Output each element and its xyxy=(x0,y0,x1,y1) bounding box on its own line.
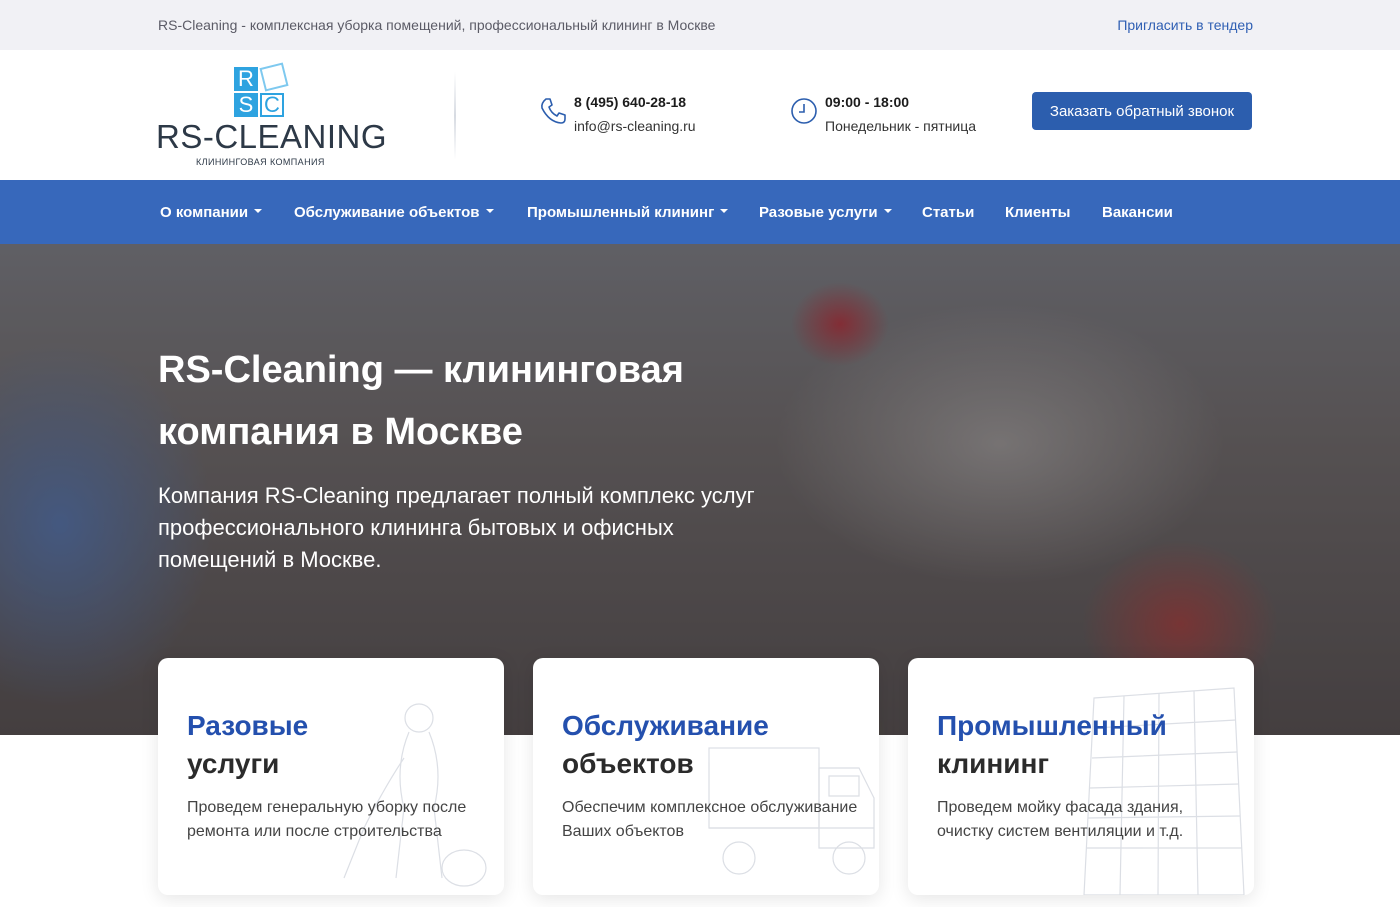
caret-down-icon xyxy=(720,209,729,214)
card-title-accent: Разовые xyxy=(187,710,309,741)
card-description: Проведем мойку фасада здания, очистку си… xyxy=(937,799,1184,840)
tender-link[interactable]: Пригласить в тендер xyxy=(1117,17,1253,33)
phone-number[interactable]: 8 (495) 640-28-18 xyxy=(574,94,686,110)
nav-label: Обслуживание объектов xyxy=(294,204,480,221)
nav-label: Вакансии xyxy=(1102,204,1173,221)
nav-label: Статьи xyxy=(922,204,975,221)
hero-subtitle: Компания RS-Cleaning предлагает полный к… xyxy=(158,483,755,572)
logo-letter-s: S xyxy=(234,93,258,117)
logo-letter-c: C xyxy=(260,93,284,117)
caret-down-icon xyxy=(485,209,494,214)
logo[interactable]: R S C RS-CLEANING КЛИНИНГОВАЯ КОМПАНИЯ xyxy=(156,60,387,170)
service-card-industrial[interactable]: Промышленный клининг Проведем мойку фаса… xyxy=(908,658,1254,895)
clock-icon xyxy=(791,98,817,124)
card-title-accent: Промышленный xyxy=(937,710,1167,741)
nav-label: Клиенты xyxy=(1005,204,1071,221)
logo-mark: R S C xyxy=(232,62,292,117)
top-bar: RS-Cleaning - комплексная уборка помещен… xyxy=(0,0,1400,50)
email-link[interactable]: info@rs-cleaning.ru xyxy=(574,118,696,134)
nav-item-clients[interactable]: Клиенты xyxy=(1005,204,1070,221)
service-card-maintenance[interactable]: Обслуживание объектов Обеспечим комплекс… xyxy=(533,658,879,895)
main-nav: О компании Обслуживание объектов Промышл… xyxy=(0,180,1400,244)
nav-item-vacancies[interactable]: Вакансии xyxy=(1102,204,1173,221)
card-description: Обеспечим комплексное обслуживание Ваших… xyxy=(562,799,858,840)
nav-item-articles[interactable]: Статьи xyxy=(922,204,974,221)
hours-time: 09:00 - 18:00 xyxy=(825,94,910,110)
nav-item-one-time[interactable]: Разовые услуги xyxy=(759,204,892,221)
site-header: R S C RS-CLEANING КЛИНИНГОВАЯ КОМПАНИЯ 8… xyxy=(0,50,1400,180)
cleaner-illustration-icon xyxy=(343,703,487,887)
header-divider xyxy=(454,72,456,160)
card-description: Проведем генеральную уборку после ремонт… xyxy=(187,799,467,840)
caret-down-icon xyxy=(883,209,892,214)
nav-item-maintenance[interactable]: Обслуживание объектов xyxy=(294,204,494,221)
service-card-one-time[interactable]: Разовые услуги Проведем генеральную убор… xyxy=(158,658,504,895)
card-title: услуги xyxy=(187,748,280,779)
card-title-accent: Обслуживание xyxy=(562,710,769,741)
nav-label: Разовые услуги xyxy=(759,204,878,221)
logo-outline-square xyxy=(259,62,289,92)
card-title: объектов xyxy=(562,748,694,779)
site-tagline: RS-Cleaning - комплексная уборка помещен… xyxy=(158,17,716,33)
nav-item-about[interactable]: О компании xyxy=(160,204,263,221)
hours-days: Понедельник - пятница xyxy=(825,118,977,134)
logo-subtitle: КЛИНИНГОВАЯ КОМПАНИЯ xyxy=(196,157,325,167)
callback-button[interactable]: Заказать обратный звонок xyxy=(1032,92,1252,130)
logo-letter-r: R xyxy=(234,67,258,91)
logo-name: RS-CLEANING xyxy=(156,118,388,155)
caret-down-icon xyxy=(254,209,263,214)
nav-label: О компании xyxy=(160,204,249,221)
hero-title: RS-Cleaning — клининговая компания в Мос… xyxy=(158,349,684,453)
phone-icon xyxy=(541,98,566,124)
card-title: клининг xyxy=(937,748,1050,779)
nav-label: Промышленный клининг xyxy=(527,204,715,221)
nav-item-industrial[interactable]: Промышленный клининг xyxy=(527,204,729,221)
